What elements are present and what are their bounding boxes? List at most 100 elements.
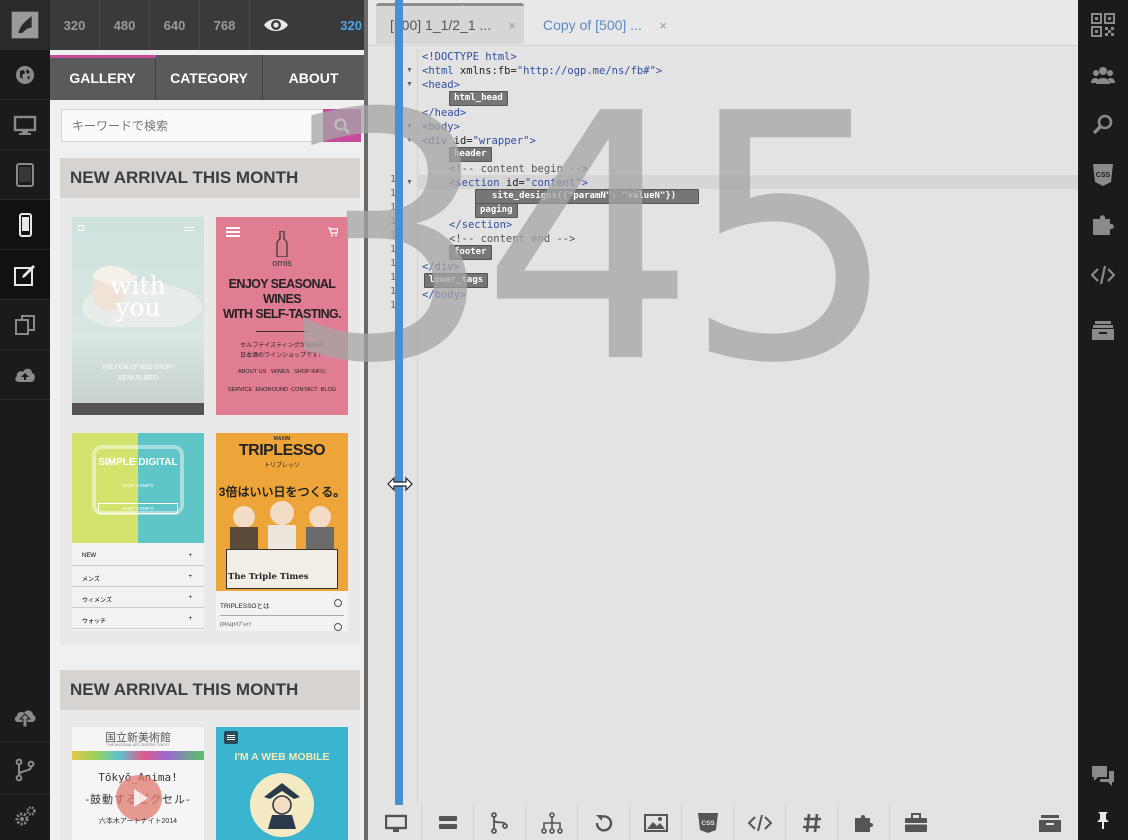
users-button[interactable] [1078, 50, 1128, 100]
pin-button[interactable] [1078, 795, 1128, 840]
tab-current-label: [500] 1_1/2_1 ... [390, 17, 492, 33]
nav-about[interactable]: ABOUT [263, 55, 364, 100]
plugin-button[interactable] [838, 805, 890, 840]
code-tag-badge[interactable]: lower_tags [424, 273, 489, 288]
mobile-view-button[interactable] [0, 200, 50, 250]
search-button-right[interactable] [1078, 100, 1128, 150]
tablet-view-button[interactable] [0, 150, 50, 200]
design-card-triplesso[interactable]: MAXIM TRIPLESSO トリプレッソ 3倍はいい日をつくる。 The T… [216, 433, 348, 631]
gears-icon [15, 805, 36, 825]
ornis-headline-1: ENJOY SEASONAL [228, 277, 336, 291]
search-icon [334, 117, 351, 134]
css-button-right[interactable]: CSS [1078, 150, 1128, 200]
code-tag-badge[interactable]: footer [449, 245, 492, 260]
ornis-links-1: ABOUT US WINES SHOP INFO. [237, 369, 327, 375]
digital-menu-item: ウォッチ + [72, 608, 204, 629]
design-card-venus[interactable]: with you THE FILM OF BED STORY VENUS BED [72, 217, 204, 415]
css-button[interactable]: CSS [682, 805, 734, 840]
code-tag-badge[interactable]: site_designs({"paramN": "valueN"}) [475, 189, 699, 204]
code-tag-badge[interactable]: header [449, 147, 492, 162]
fold-arrow-icon[interactable]: ▼ [406, 123, 413, 130]
current-width-label: 320 [340, 17, 362, 33]
close-icon[interactable]: × [508, 18, 516, 33]
eye-icon [264, 19, 288, 31]
resize-handle[interactable] [395, 0, 403, 840]
logo[interactable] [0, 0, 50, 50]
arrival-section-2: NEW ARRIVAL THIS MONTH 国立新美術館 THE NATION… [60, 660, 360, 840]
triplesso-sub: トリプレッソ [263, 463, 300, 469]
branch-button[interactable] [474, 805, 526, 840]
search-icon [1092, 114, 1113, 135]
desktop-view-button[interactable] [0, 100, 50, 150]
width-320-button[interactable]: 320 [50, 0, 100, 50]
code-tag-badge[interactable]: html_head [449, 91, 508, 106]
code-line: <!-- content end --> [449, 233, 576, 245]
code-line: </div> [422, 261, 460, 273]
chat-button[interactable] [1078, 750, 1128, 800]
sitemap-button[interactable] [526, 805, 578, 840]
search-button[interactable] [323, 109, 361, 142]
hash-button[interactable] [786, 805, 838, 840]
archive-button-right[interactable] [1078, 305, 1128, 355]
code-editor: current [500] 1_1/2_1 ... × Copy of [500… [278, 0, 1078, 840]
design-card-digital[interactable]: SIMPLE DIGITAL SHOP COMP'S SHOP COMP'S N… [72, 433, 204, 631]
close-icon[interactable]: × [659, 18, 667, 33]
play-icon[interactable] [116, 775, 162, 821]
code-line: <!DOCTYPE html> [422, 51, 517, 63]
edit-icon [14, 264, 35, 286]
nav-gallery[interactable]: GALLERY [50, 55, 156, 100]
settings-button[interactable] [0, 792, 50, 840]
search-input[interactable] [62, 110, 322, 141]
globe-button[interactable] [0, 50, 50, 100]
preview-toggle-button[interactable] [250, 0, 302, 50]
briefcase-button[interactable] [890, 805, 942, 840]
upload-icon [14, 710, 36, 727]
code-tag-badge[interactable]: paging [475, 203, 518, 218]
code-button-right[interactable] [1078, 250, 1128, 300]
left-toolbar [0, 0, 50, 840]
cart-icon [328, 227, 338, 237]
triplesso-paper: The Triple Times [228, 572, 309, 582]
fold-arrow-icon[interactable]: ▼ [406, 67, 413, 74]
cloud-upload-button[interactable] [0, 350, 50, 400]
nav-category[interactable]: CATEGORY [156, 55, 263, 100]
hamburger-icon [184, 227, 194, 228]
archive-icon [1092, 321, 1114, 340]
code-button[interactable] [734, 805, 786, 840]
undo-button[interactable] [578, 805, 630, 840]
code-line: <section id="content"> [449, 177, 589, 189]
tab-copy[interactable]: Copy of [500] ... × [529, 6, 675, 44]
menu-icon [224, 731, 238, 744]
fold-arrow-icon[interactable]: ▼ [406, 137, 413, 144]
site-search [61, 109, 361, 142]
css-icon: CSS [697, 812, 718, 833]
width-768-button[interactable]: 768 [200, 0, 250, 50]
ornis-brand: ornis [272, 258, 292, 268]
triplesso-title: TRIPLESSO [238, 442, 326, 459]
edit-button[interactable] [0, 250, 50, 300]
fold-arrow-icon[interactable]: ▼ [406, 179, 413, 186]
section-title: NEW ARRIVAL THIS MONTH [60, 158, 360, 198]
app-window: 320 480 640 768 320 GALLERY CATEGORY ABO… [0, 0, 1128, 840]
publish-button[interactable] [0, 692, 50, 742]
archive-button[interactable] [1024, 805, 1076, 840]
design-card-museum[interactable]: 国立新美術館 THE NATIONAL ART CENTER, TOKYO Tō… [72, 727, 204, 840]
width-480-button[interactable]: 480 [100, 0, 150, 50]
digital-cta-1: SHOP COMP'S [122, 483, 154, 488]
triplesso-jp: 3倍はいい日をつくる。 [218, 485, 346, 499]
digital-menu-item: NEW + [72, 545, 204, 566]
image-button[interactable] [630, 805, 682, 840]
plugin-button-right[interactable] [1078, 200, 1128, 250]
puzzle-icon [854, 814, 873, 832]
layout-button[interactable] [370, 805, 422, 840]
samurai-illustration [264, 783, 300, 829]
ornis-headline-3: WITH SELF-TASTING. [222, 307, 342, 321]
width-640-button[interactable]: 640 [150, 0, 200, 50]
copy-button[interactable] [0, 300, 50, 350]
fold-arrow-icon[interactable]: ▼ [406, 81, 413, 88]
design-card-webmobile[interactable]: I'M A WEB MOBILE [216, 727, 348, 840]
design-card-ornis[interactable]: ornis ENJOY SEASONAL WINES WITH SELF-TAS… [216, 217, 348, 415]
qr-code-button[interactable] [1078, 0, 1128, 50]
rows-button[interactable] [422, 805, 474, 840]
git-branch-button[interactable] [0, 745, 50, 795]
